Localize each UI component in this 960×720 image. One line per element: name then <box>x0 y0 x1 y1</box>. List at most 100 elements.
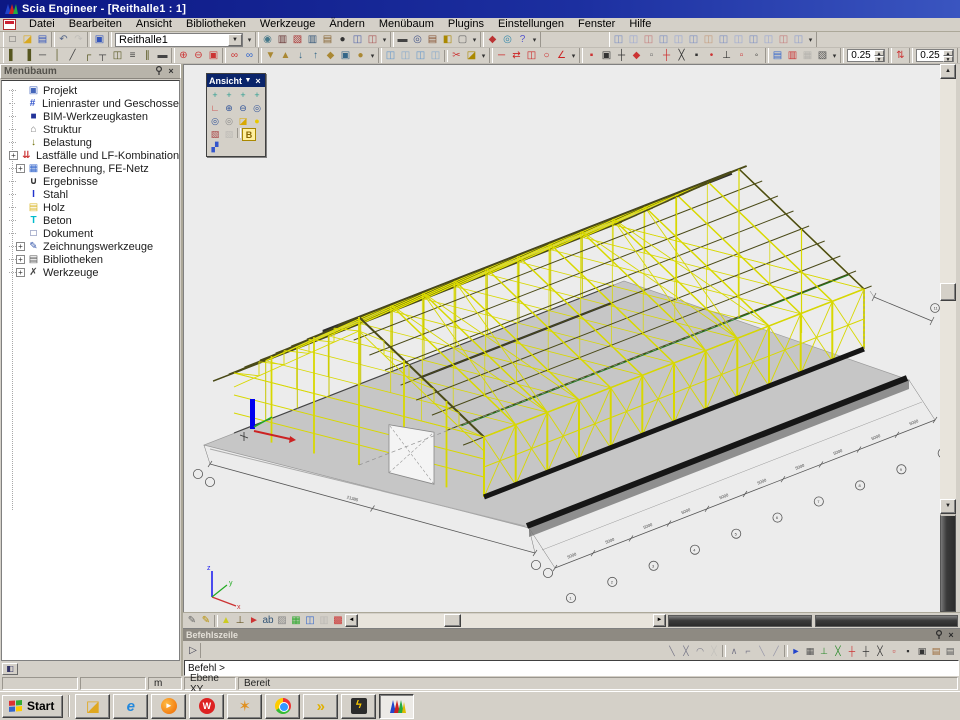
overflow-dropdown-icon[interactable]: ▾ <box>368 52 377 60</box>
overflow-dropdown-icon[interactable]: ▾ <box>479 52 488 60</box>
tree-expander[interactable]: + <box>16 242 25 251</box>
fe-mesh-icon[interactable]: ▦ <box>289 614 303 628</box>
tree-expander[interactable]: + <box>16 255 25 264</box>
layout-8-icon[interactable]: ◫ <box>716 33 731 47</box>
dim-circle-icon[interactable]: ○ <box>539 49 554 63</box>
node-c-icon[interactable]: ┼ <box>614 49 629 63</box>
snap-diag-b-icon[interactable]: ╱ <box>769 644 783 658</box>
undo-icon[interactable]: ↶ <box>56 33 71 47</box>
redo-icon[interactable]: ↷ <box>71 33 86 47</box>
spinner-arrows[interactable]: ▲▼ <box>943 50 953 62</box>
member-8-icon[interactable]: ◫ <box>110 49 125 63</box>
paste-icon[interactable]: ▤ <box>320 33 335 47</box>
help-what-icon[interactable]: ? <box>515 33 530 47</box>
sphere-icon[interactable]: ● <box>335 33 350 47</box>
3d-viewport[interactable]: 5000500050005000500050005000500050005000… <box>183 64 940 612</box>
overflow-dropdown-icon[interactable]: ▾ <box>830 52 839 60</box>
grid-view-icon[interactable]: ▧ <box>815 49 830 63</box>
snap-list-icon[interactable]: ▤ <box>943 644 957 658</box>
cursor-flag-icon[interactable]: ► <box>789 644 803 658</box>
engineering-report-icon[interactable]: ▤ <box>425 33 440 47</box>
zoom-in-icon[interactable]: ⊕ <box>222 102 236 115</box>
scale-right-spinbox[interactable]: 0.25▲▼ <box>916 49 954 62</box>
node-l-icon[interactable]: ◦ <box>749 49 764 63</box>
b-mode-icon[interactable]: B <box>242 128 256 141</box>
colors-icon[interactable]: ◆ <box>485 33 500 47</box>
layout-4-icon[interactable]: ◫ <box>656 33 671 47</box>
cut-icon[interactable]: ✂ <box>449 49 464 63</box>
save-view-icon[interactable]: ▤ <box>770 49 785 63</box>
snap-mid-icon[interactable]: ┼ <box>845 644 859 658</box>
title-bar[interactable]: Scia Engineer - [Reithalle1 : 1] <box>0 0 960 18</box>
befehlszeile-title[interactable]: Befehlszeile × <box>183 629 960 641</box>
sidebar-item-load[interactable]: ↓Belastung <box>6 136 179 149</box>
zoom-out-icon[interactable]: ⊖ <box>236 102 250 115</box>
sidebar-item-results[interactable]: ∪Ergebnisse <box>6 175 179 188</box>
member-7-icon[interactable]: ┬ <box>95 49 110 63</box>
snap-int-icon[interactable]: ╳ <box>831 644 845 658</box>
perspective-icon[interactable]: ▞ <box>208 141 222 154</box>
snap-cross-icon[interactable]: ╳ <box>679 644 693 658</box>
sidebar-item-tools[interactable]: +✗Werkzeuge <box>6 266 179 279</box>
link-b-icon[interactable]: ∞ <box>242 49 257 63</box>
ansicht-palette[interactable]: Ansicht ▼ × ++++∟⊕⊖◎◎◎◪●▧▧B▞ <box>206 73 266 157</box>
add-node-icon[interactable]: ⊕ <box>176 49 191 63</box>
new-project-icon[interactable]: □ <box>5 33 20 47</box>
snap-node-icon[interactable]: ┼ <box>859 644 873 658</box>
dim-chain-icon[interactable]: ⇄ <box>509 49 524 63</box>
overflow-dropdown-icon[interactable]: ▾ <box>245 36 254 44</box>
snap-corner-icon[interactable]: ⌐ <box>741 644 755 658</box>
node-d-icon[interactable]: ◆ <box>629 49 644 63</box>
print-icon[interactable]: ▬ <box>395 33 410 47</box>
node-e-icon[interactable]: ▫ <box>644 49 659 63</box>
close-icon[interactable]: × <box>945 630 957 641</box>
layout-7-icon[interactable]: ◫ <box>701 33 716 47</box>
snap-off-icon[interactable]: ╳ <box>707 644 721 658</box>
view-y-icon[interactable]: + <box>222 89 236 102</box>
node-a-icon[interactable]: ▪ <box>584 49 599 63</box>
member-10-icon[interactable]: ∥ <box>140 49 155 63</box>
member-11-icon[interactable]: ▬ <box>155 49 170 63</box>
menu-werkzeuge[interactable]: Werkzeuge <box>253 18 322 31</box>
move-down-icon[interactable]: ▼ <box>263 49 278 63</box>
document-icon[interactable]: ▢ <box>455 33 470 47</box>
sidebar-item-project[interactable]: ▣Projekt <box>6 84 179 97</box>
print-view-icon[interactable]: ▥ <box>785 49 800 63</box>
chevron-down-icon[interactable]: ▼ <box>243 77 253 84</box>
layout-1-icon[interactable]: ◫ <box>611 33 626 47</box>
light-icon[interactable]: ● <box>250 115 264 128</box>
snap-pt-a-icon[interactable]: ▫ <box>887 644 901 658</box>
hscroll-thumb[interactable] <box>444 614 461 627</box>
menu-datei[interactable]: Datei <box>22 18 62 31</box>
close-icon[interactable]: × <box>165 66 177 77</box>
select-lasso-icon[interactable]: ✎ <box>199 614 213 628</box>
pin-icon[interactable] <box>933 630 945 641</box>
node-h-icon[interactable]: ▪ <box>689 49 704 63</box>
scroll-down-icon[interactable]: ▼ <box>940 499 956 514</box>
scale-link-icon[interactable]: ⇅ <box>893 49 908 63</box>
scale-icon[interactable]: ● <box>353 49 368 63</box>
print-preview-icon[interactable]: ◎ <box>410 33 425 47</box>
gallery-icon[interactable]: ▧ <box>290 33 305 47</box>
view-x-icon[interactable]: + <box>208 89 222 102</box>
mdi-document-icon[interactable] <box>3 19 16 30</box>
snap-grid-icon[interactable]: ▦ <box>803 644 817 658</box>
menu-hilfe[interactable]: Hilfe <box>622 18 658 31</box>
loads-display-icon[interactable]: ⊥ <box>233 614 247 628</box>
edit-box-icon[interactable]: ▣ <box>206 49 221 63</box>
scroll-right-icon[interactable]: ► <box>653 614 666 627</box>
menu-einstellungen[interactable]: Einstellungen <box>491 18 571 31</box>
node-b-icon[interactable]: ▣ <box>599 49 614 63</box>
snap-line-icon[interactable]: ╲ <box>665 644 679 658</box>
taskbar-app-winamp[interactable]: ϟ <box>341 694 376 719</box>
save-project-icon[interactable]: ▤ <box>35 33 50 47</box>
tree-expander[interactable]: + <box>16 268 25 277</box>
snap-arc-icon[interactable]: ◠ <box>693 644 707 658</box>
taskbar-app-internet-explorer[interactable]: e <box>113 694 148 719</box>
scroll-left-icon[interactable]: ◄ <box>345 614 358 627</box>
rotate-bar-vertical[interactable] <box>940 514 956 612</box>
start-button[interactable]: Start <box>2 695 63 718</box>
close-icon[interactable]: × <box>253 76 263 86</box>
package-icon[interactable]: ◧ <box>440 33 455 47</box>
scale-left-spinbox[interactable]: 0.25▲▼ <box>847 49 885 62</box>
